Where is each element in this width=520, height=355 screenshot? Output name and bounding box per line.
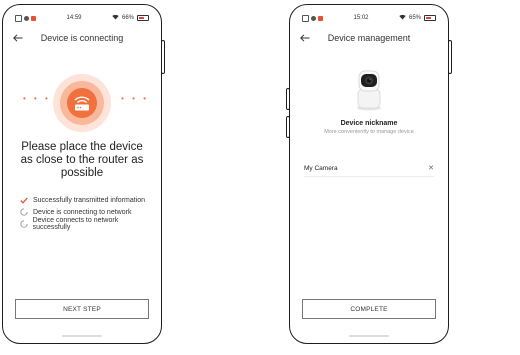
status-icons-left [302,14,323,22]
volume-up-button [286,88,290,110]
phone-frame-management: 15:02 65% Device management Device nickn… [289,4,449,344]
home-indicator [349,335,389,337]
connection-dots-left: • • • [23,94,51,103]
power-button [161,40,165,74]
arrow-left-icon[interactable] [300,29,314,47]
volume-down-button [286,116,290,138]
battery-icon [424,15,436,21]
spinner-icon [19,219,29,229]
security-camera-icon [352,67,386,111]
notification-icon [302,14,309,22]
close-icon[interactable]: ✕ [428,164,434,172]
nickname-field-row: ✕ [304,160,434,177]
app-badge-icon [31,15,36,21]
status-time: 15:02 [353,15,369,21]
nickname-subtitle: More conveniently to manage device [324,129,414,135]
step-label: Successfully transmitted information [33,196,146,204]
status-icons-left [15,14,36,22]
screen-device-connecting: 14:59 66% Device is connecting • • • • •… [7,9,157,339]
progress-steps: Successfully transmitted information Dev… [19,194,153,231]
screen-device-management: 15:02 65% Device management Device nickn… [294,9,444,339]
status-time: 14:59 [66,15,82,21]
wifi-icon [399,14,406,22]
battery-fill [426,17,432,19]
instruction-text: Please place the device as close to the … [20,141,144,179]
status-bar: 14:59 66% [15,13,149,23]
header: Device is connecting [7,29,157,47]
complete-button[interactable]: COMPLETE [302,299,436,319]
check-icon [19,195,29,205]
home-indicator [62,335,102,337]
arrow-left-icon[interactable] [13,29,27,47]
phone-frame-connecting: 14:59 66% Device is connecting • • • • •… [2,4,162,344]
battery-percent: 66% [121,15,134,21]
page-title: Device management [327,33,411,43]
spinner-icon [19,207,29,217]
app-icon [311,15,316,21]
power-button [448,40,452,74]
notification-icon [15,14,22,22]
battery-fill [139,17,145,19]
header: Device management [294,29,444,47]
router-wifi-icon [52,73,112,133]
battery-percent: 65% [408,15,421,21]
wifi-icon [112,14,119,22]
step-item: Device connects to network successfully [19,217,153,231]
app-badge-icon [318,15,323,21]
battery-icon [137,15,149,21]
status-icons-right: 65% [399,14,436,22]
nickname-input[interactable] [304,164,414,172]
status-icons-right: 66% [112,14,149,22]
nickname-title: Device nickname [340,120,398,127]
step-label: Device is connecting to network [33,208,132,216]
status-bar: 15:02 65% [302,13,436,23]
step-label: Device connects to network successfully [32,217,119,231]
next-step-button[interactable]: NEXT STEP [15,299,149,319]
step-item: Successfully transmitted information [19,194,153,206]
connection-dots-right: • • • [121,94,149,103]
app-icon [24,15,29,21]
page-title: Device is connecting [40,33,124,43]
